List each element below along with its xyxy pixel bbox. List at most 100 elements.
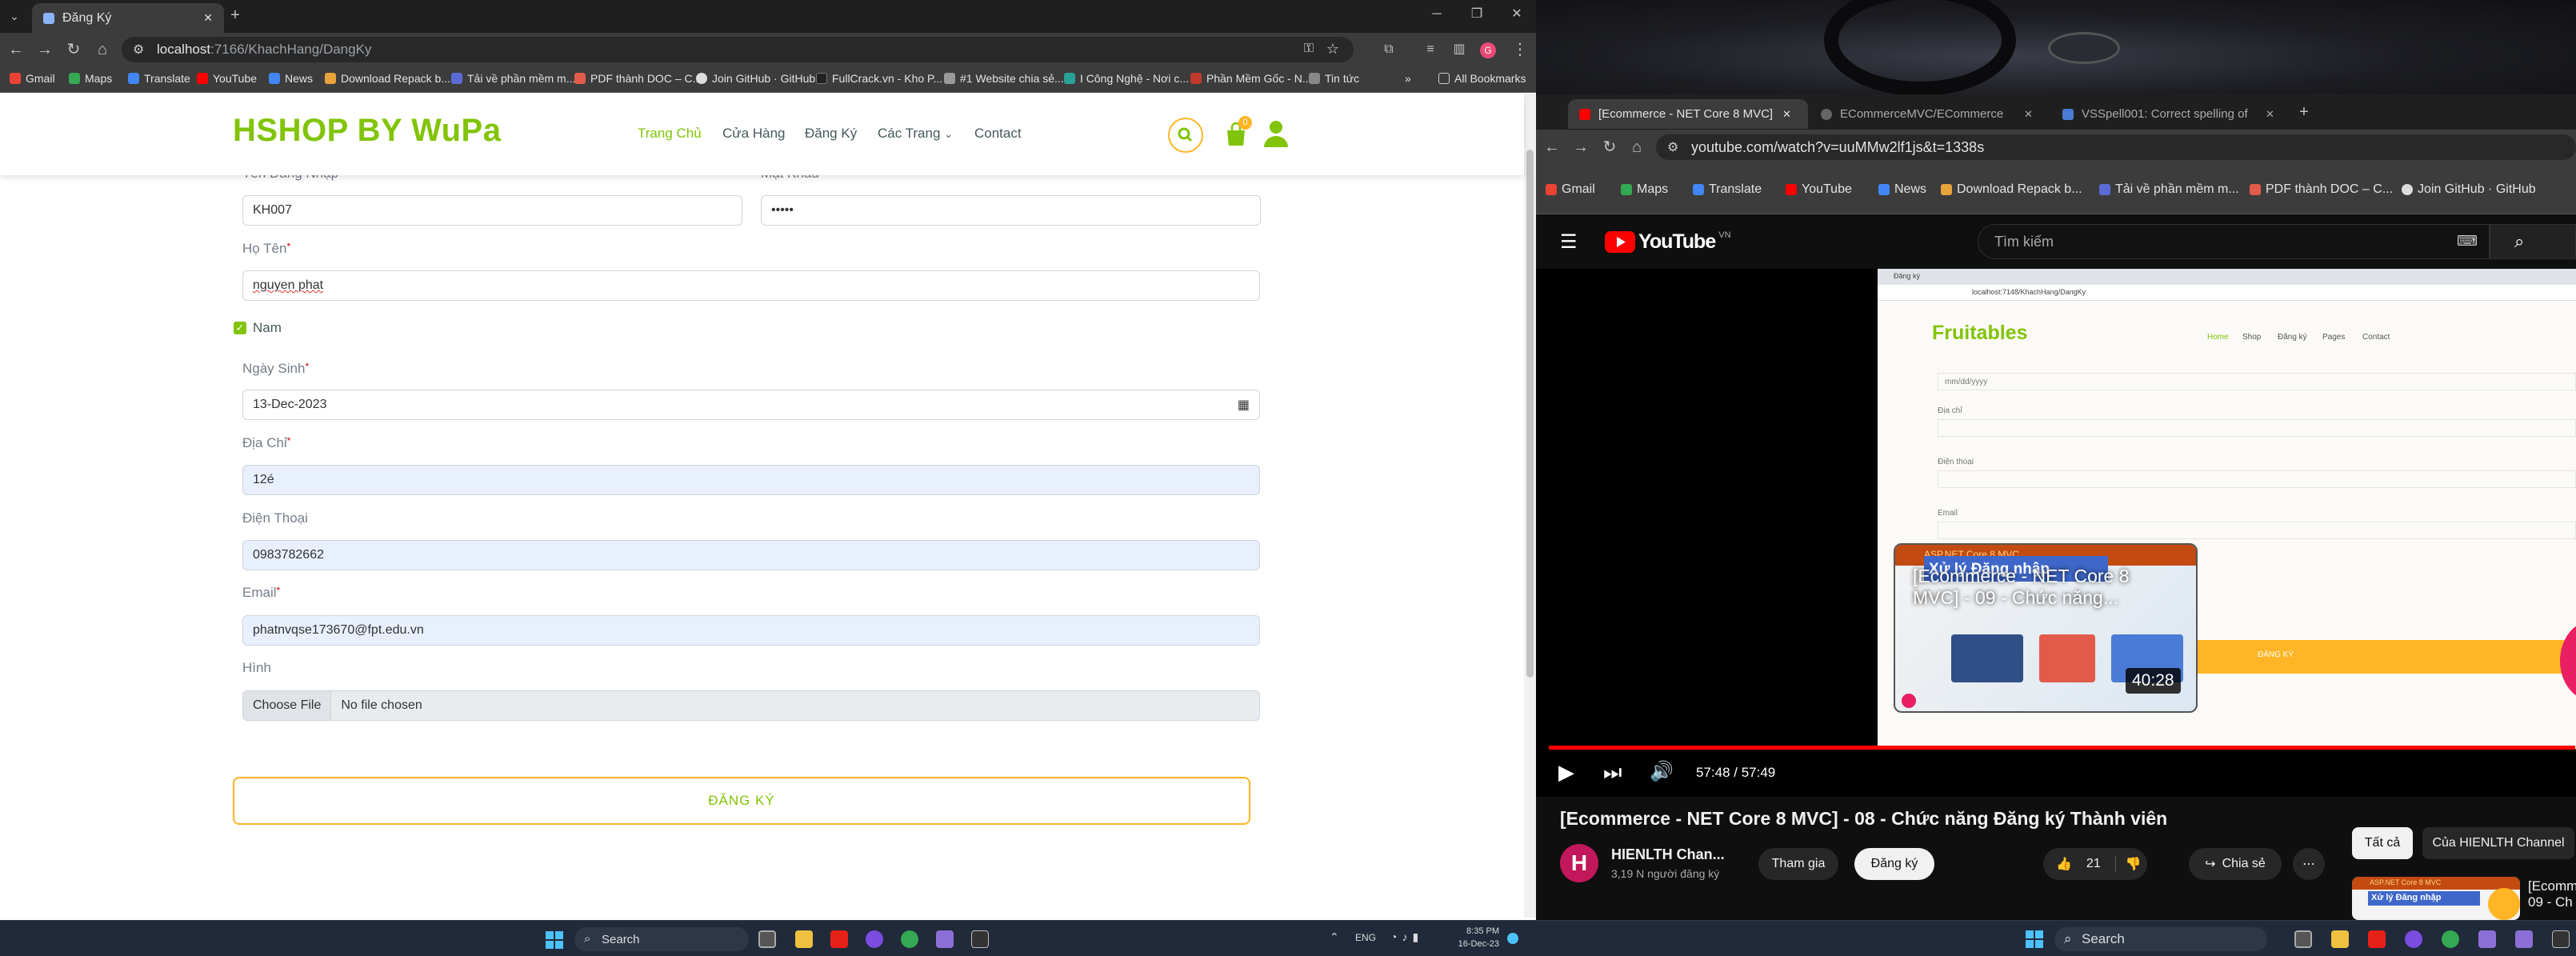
yt-search-button[interactable]: ⌕: [2490, 224, 2576, 259]
bookmark-github[interactable]: Join GitHub · GitHub: [2402, 182, 2536, 197]
bookmark-pdf[interactable]: PDF thành DOC – C...: [574, 72, 702, 85]
fullname-field[interactable]: nguyen phat: [242, 270, 1260, 301]
forward-icon[interactable]: →: [35, 42, 54, 58]
share-button[interactable]: ↪ Chia sẻ: [2189, 848, 2282, 880]
forward-icon[interactable]: →: [1571, 139, 1590, 155]
minimize-icon[interactable]: ─: [1427, 6, 1446, 22]
nav-pages[interactable]: Các Trang ⌄: [878, 126, 953, 142]
file-explorer-icon[interactable]: [795, 930, 813, 948]
bookmark-congnghe[interactable]: I Công Nghệ - Nơi c...: [1064, 72, 1189, 85]
gender-checkbox[interactable]: ✓: [234, 322, 246, 334]
nav-register[interactable]: Đăng Ký: [805, 126, 857, 142]
dob-field[interactable]: 13-Dec-2023 ▦: [242, 390, 1260, 420]
youtube-app-icon[interactable]: [2368, 930, 2386, 948]
yt-search-input[interactable]: Tìm kiếm ⌨: [1978, 224, 2490, 259]
clock-time[interactable]: 8:35 PM: [1456, 926, 1499, 936]
subscribe-button[interactable]: Đăng ký: [1854, 848, 1934, 880]
phone-field[interactable]: 0983782662: [242, 540, 1260, 570]
play-icon[interactable]: ▶: [1558, 760, 1574, 785]
close-tab-icon[interactable]: ✕: [2024, 108, 2033, 121]
bookmark-maps[interactable]: Maps: [1621, 182, 1668, 197]
chrome-icon[interactable]: [2442, 930, 2459, 948]
username-field[interactable]: KH007: [242, 195, 742, 226]
bookmark-repack[interactable]: Download Repack b...: [1941, 182, 2082, 197]
tab-github[interactable]: ECommerceMVC/ECommerce ✕: [1810, 99, 2050, 129]
tab-vsspell[interactable]: VSSpell001: Correct spelling of ✕: [2051, 99, 2291, 129]
messenger-icon[interactable]: [2405, 930, 2422, 948]
back-icon[interactable]: ←: [1542, 139, 1562, 155]
tab-search-icon[interactable]: ⌄: [5, 8, 24, 24]
tab-youtube[interactable]: [Ecommerce - NET Core 8 MVC] ✕: [1568, 99, 1808, 129]
new-tab-icon[interactable]: +: [2294, 104, 2314, 120]
file-input[interactable]: Choose File No file chosen: [242, 690, 1260, 721]
clock-date[interactable]: 16-Dec-23: [1456, 939, 1499, 949]
side-panel-icon[interactable]: ▥: [1450, 42, 1469, 58]
file-explorer-icon[interactable]: [2331, 930, 2349, 948]
bookmark-github[interactable]: Join GitHub · GitHub: [696, 72, 815, 85]
yt-address-bar[interactable]: ⚙ youtube.com/watch?v=uuMMw2lf1js&t=1338s: [1656, 134, 2576, 160]
next-icon[interactable]: ⏭: [1603, 760, 1622, 786]
yt-logo[interactable]: YouTube VN: [1605, 230, 1731, 254]
bookmark-youtube[interactable]: YouTube: [197, 72, 257, 85]
nav-shop[interactable]: Cửa Hàng: [722, 126, 785, 142]
bookmark-star-icon[interactable]: ☆: [1326, 41, 1339, 58]
visual-studio-icon[interactable]: [936, 930, 954, 948]
menu-kebab-icon[interactable]: ⋮: [1510, 42, 1530, 58]
bookmark-taive[interactable]: Tải về phần mềm m...: [451, 72, 575, 85]
taskbar-search[interactable]: ⌕ Search: [2054, 927, 2267, 951]
channel-name[interactable]: HIENLTH Chan...: [1611, 846, 1725, 863]
page-scrollbar[interactable]: [1524, 94, 1536, 918]
youtube-app-icon[interactable]: [830, 930, 848, 948]
scroll-thumb[interactable]: [1526, 150, 1534, 678]
email-field[interactable]: phatnvqse173670@fpt.edu.vn: [242, 615, 1260, 646]
bookmark-news[interactable]: News: [1878, 182, 1926, 197]
back-icon[interactable]: ←: [6, 42, 26, 58]
tray-chevron-icon[interactable]: ⌃: [1330, 930, 1339, 944]
address-field[interactable]: 12é: [242, 465, 1260, 495]
bookmark-maps[interactable]: Maps: [69, 72, 112, 85]
bookmark-phanmemgoc[interactable]: Phần Mềm Gốc - N...: [1190, 72, 1311, 85]
sidebar-video-title[interactable]: [Ecomm 09 - Ch: [2528, 878, 2576, 912]
visual-studio-icon[interactable]: [2515, 930, 2533, 948]
like-dislike-group[interactable]: 👍 21 👎: [2043, 848, 2147, 880]
search-button[interactable]: [1168, 118, 1203, 153]
close-window-icon[interactable]: ✕: [1507, 6, 1526, 22]
reload-icon[interactable]: ↻: [64, 42, 83, 58]
password-key-icon[interactable]: ⚿: [1304, 42, 1314, 56]
close-tab-icon[interactable]: ✕: [203, 11, 213, 25]
volume-icon[interactable]: 🔊: [1650, 760, 1674, 783]
taskbar-search[interactable]: ⌕ Search: [574, 927, 749, 951]
address-bar[interactable]: ⚙ localhost:7166/KhachHang/DangKy ⚿ ☆: [122, 37, 1354, 62]
site-info-icon[interactable]: ⚙: [133, 42, 144, 58]
terminal-icon[interactable]: [971, 930, 989, 948]
visual-studio-icon[interactable]: [2478, 930, 2496, 948]
network-volume-battery-icon[interactable]: ◔♪▮: [1390, 930, 1423, 944]
more-bookmarks-icon[interactable]: »: [1405, 72, 1411, 85]
channel-avatar[interactable]: H: [1560, 844, 1598, 882]
bookmark-gmail[interactable]: Gmail: [10, 72, 55, 85]
video-player[interactable]: Đăng ký localhost:7148/KhachHang/DangKy …: [1536, 269, 2576, 797]
bookmark-repack[interactable]: Download Repack b...: [325, 72, 450, 85]
windows-start-icon[interactable]: [546, 931, 563, 949]
media-icon[interactable]: ≡: [1421, 42, 1440, 58]
nav-contact[interactable]: Contact: [974, 126, 1022, 142]
home-icon[interactable]: ⌂: [93, 42, 112, 58]
hamburger-menu-icon[interactable]: ☰: [1560, 230, 1578, 254]
dislike-icon[interactable]: 👎: [2114, 856, 2142, 872]
bookmark-translate[interactable]: Translate: [128, 72, 190, 85]
all-bookmarks[interactable]: All Bookmarks: [1438, 72, 1526, 85]
bookmark-website[interactable]: #1 Website chia sẻ...: [944, 72, 1064, 85]
register-submit-button[interactable]: ĐĂNG KÝ: [233, 777, 1250, 825]
bookmark-fullcrack[interactable]: FullCrack.vn - Kho P...: [816, 72, 942, 85]
chip-channel[interactable]: Của HIENLTH Channel: [2422, 827, 2574, 859]
bookmark-taive[interactable]: Tải về phần mềm m...: [2099, 182, 2239, 197]
new-tab-icon[interactable]: +: [226, 7, 245, 23]
sidebar-video-thumbnail[interactable]: ASP.NET Core 8 MVC Xử lý Đăng nhập: [2352, 877, 2520, 920]
messenger-icon[interactable]: [866, 930, 883, 948]
site-logo[interactable]: HSHOP BY WuPa: [233, 113, 501, 149]
calendar-icon[interactable]: ▦: [1238, 397, 1250, 413]
home-icon[interactable]: ⌂: [1627, 139, 1646, 155]
maximize-icon[interactable]: ❐: [1467, 6, 1486, 22]
task-view-icon[interactable]: [2294, 930, 2312, 948]
account-button[interactable]: [1262, 119, 1290, 148]
